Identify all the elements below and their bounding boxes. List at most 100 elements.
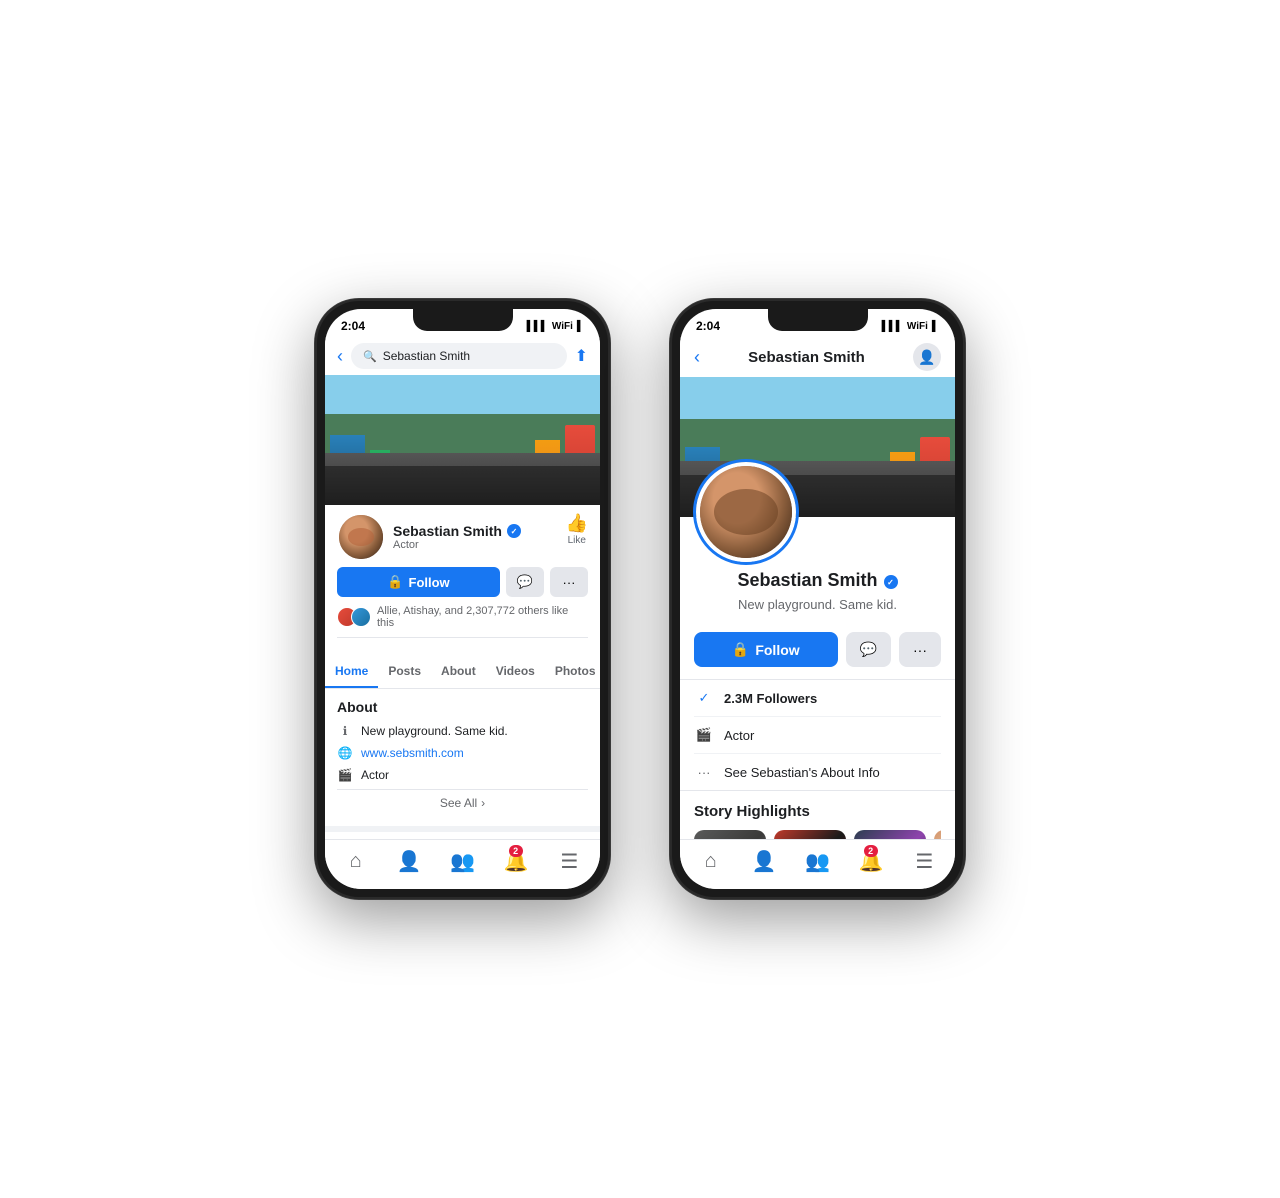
movie-icon-1: 🎬 <box>337 767 353 783</box>
info-row-actor-2: 🎬 Actor <box>694 717 941 754</box>
nav-notifications-2[interactable]: 🔔 2 <box>844 845 897 878</box>
about-item-1: ℹ New playground. Same kid. <box>337 723 588 739</box>
notch-1 <box>413 309 513 331</box>
back-button-1[interactable]: ‹ <box>337 346 343 367</box>
follow-button-1[interactable]: 🔒 Follow <box>337 567 500 597</box>
profile-icon-2: 👤 <box>752 849 777 874</box>
bottom-nav-2: ⌂ 👤 👥 🔔 2 ☰ <box>680 839 955 889</box>
avatar-face-1 <box>339 515 383 559</box>
nav-profile-2[interactable]: 👤 <box>737 845 790 878</box>
phone-2-title: Sebastian Smith <box>748 349 865 366</box>
phone-1-scroll[interactable]: Sebastian Smith ✓ Actor 👍 Like <box>325 375 600 877</box>
menu-icon-1: ☰ <box>560 849 578 874</box>
tab-videos-1[interactable]: Videos <box>486 656 545 688</box>
like-icon-1: 👍 <box>566 513 588 534</box>
see-all-1[interactable]: See All › <box>337 789 588 816</box>
friend-avatars-1 <box>337 607 371 627</box>
see-all-text-1: See All <box>440 796 477 810</box>
back-button-2[interactable]: ‹ <box>694 347 700 368</box>
profile-row-1: Sebastian Smith ✓ Actor 👍 Like <box>337 513 588 561</box>
wifi-icon-1: WiFi <box>552 321 573 332</box>
profile-name-2: Sebastian Smith <box>737 570 877 591</box>
more-icon-1: ··· <box>563 575 576 590</box>
phone-1: 2:04 ▌▌▌ WiFi ▌ ‹ 🔍 Sebastian Smith ⬆ <box>315 299 610 899</box>
nav-home-1[interactable]: ⌂ <box>329 846 382 877</box>
nav-friends-2[interactable]: 👥 <box>791 845 844 878</box>
nav-profile-1[interactable]: 👤 <box>382 845 435 878</box>
about-title-1: About <box>337 699 588 715</box>
page-container: 2:04 ▌▌▌ WiFi ▌ ‹ 🔍 Sebastian Smith ⬆ <box>275 259 1005 939</box>
like-button-1[interactable]: 👍 Like <box>566 513 588 546</box>
city-people-1 <box>325 466 600 505</box>
add-friend-button-2[interactable]: 👤 <box>913 343 941 371</box>
status-icons-1: ▌▌▌ WiFi ▌ <box>527 321 584 332</box>
share-button-1[interactable]: ⬆ <box>575 346 588 366</box>
more-icon-2: ··· <box>913 642 927 658</box>
avatar-1 <box>337 513 385 561</box>
tab-about-1[interactable]: About <box>431 656 486 688</box>
friends-icon-1: 👥 <box>450 849 475 874</box>
tab-photos-1[interactable]: Photos <box>545 656 600 688</box>
profile-name-1: Sebastian Smith <box>393 523 502 539</box>
name-row-2: Sebastian Smith ✓ <box>694 570 941 594</box>
verified-badge-1: ✓ <box>507 524 521 538</box>
menu-icon-2: ☰ <box>915 849 933 874</box>
home-icon-1: ⌂ <box>350 850 362 873</box>
messenger-button-1[interactable]: 💬 <box>506 567 544 597</box>
like-label-1: Like <box>568 535 586 546</box>
wifi-icon-2: WiFi <box>907 321 928 332</box>
avatar-large-container-2 <box>680 462 955 562</box>
friends-like-1: Allie, Atishay, and 2,307,772 others lik… <box>337 605 588 638</box>
nav-menu-1[interactable]: ☰ <box>543 845 596 878</box>
about-link-text-2: See Sebastian's About Info <box>724 765 880 780</box>
about-icon-2: ··· <box>694 762 714 782</box>
web-icon-1: 🌐 <box>337 745 353 761</box>
nav-notifications-1[interactable]: 🔔 2 <box>489 845 542 878</box>
follow-icon-1: 🔒 <box>387 574 403 590</box>
battery-icon-1: ▌ <box>577 321 584 332</box>
nav-home-2[interactable]: ⌂ <box>684 846 737 877</box>
more-button-2[interactable]: ··· <box>899 632 941 667</box>
about-website-1: www.sebsmith.com <box>361 746 464 760</box>
see-all-chevron-1: › <box>481 796 485 810</box>
status-time-1: 2:04 <box>341 319 365 333</box>
search-bar-1[interactable]: 🔍 Sebastian Smith <box>351 343 567 369</box>
status-time-2: 2:04 <box>696 319 720 333</box>
cover-photo-1 <box>325 375 600 505</box>
messenger-button-2[interactable]: 💬 <box>846 632 891 667</box>
avatar-large-2 <box>696 462 796 562</box>
nav-menu-2[interactable]: ☰ <box>898 845 951 878</box>
info-icon-1: ℹ <box>337 723 353 739</box>
about-item-2[interactable]: 🌐 www.sebsmith.com <box>337 745 588 761</box>
signal-icon-1: ▌▌▌ <box>527 321 548 332</box>
follow-button-2[interactable]: 🔒 Follow <box>694 632 838 667</box>
follow-label-1: Follow <box>409 575 450 590</box>
info-rows-2: ✓ 2.3M Followers 🎬 Actor ··· See Sebasti… <box>680 679 955 791</box>
notification-badge-1: 2 <box>509 845 523 857</box>
avatar-large-face-2 <box>700 466 792 558</box>
phone-2-scroll[interactable]: Sebastian Smith ✓ New playground. Same k… <box>680 377 955 879</box>
status-icons-2: ▌▌▌ WiFi ▌ <box>882 321 939 332</box>
follow-label-2: Follow <box>755 642 799 658</box>
nav-friends-1[interactable]: 👥 <box>436 845 489 878</box>
story-highlights-title-2: Story Highlights <box>694 803 941 820</box>
about-text-1: New playground. Same kid. <box>361 724 508 738</box>
battery-icon-2: ▌ <box>932 321 939 332</box>
actor-icon-2: 🎬 <box>694 725 714 745</box>
profile-subtitle-1: Actor <box>393 539 521 551</box>
actor-text-2: Actor <box>724 728 754 743</box>
phone-2-header: ‹ Sebastian Smith 👤 <box>680 337 955 377</box>
nav-bar-1: ‹ 🔍 Sebastian Smith ⬆ <box>325 337 600 375</box>
search-icon-1: 🔍 <box>363 350 377 363</box>
info-row-followers-2: ✓ 2.3M Followers <box>694 680 941 717</box>
tab-posts-1[interactable]: Posts <box>378 656 431 688</box>
follow-icon-2: 🔒 <box>732 641 749 658</box>
friends-text-1: Allie, Atishay, and 2,307,772 others lik… <box>377 605 588 629</box>
tab-home-1[interactable]: Home <box>325 656 378 688</box>
profile-info-2: Sebastian Smith ✓ New playground. Same k… <box>680 570 955 632</box>
bottom-nav-1: ⌂ 👤 👥 🔔 2 ☰ <box>325 839 600 889</box>
followers-icon-2: ✓ <box>694 688 714 708</box>
profile-icon-1: 👤 <box>397 849 422 874</box>
more-button-1[interactable]: ··· <box>550 567 588 597</box>
info-row-about-2[interactable]: ··· See Sebastian's About Info <box>694 754 941 790</box>
